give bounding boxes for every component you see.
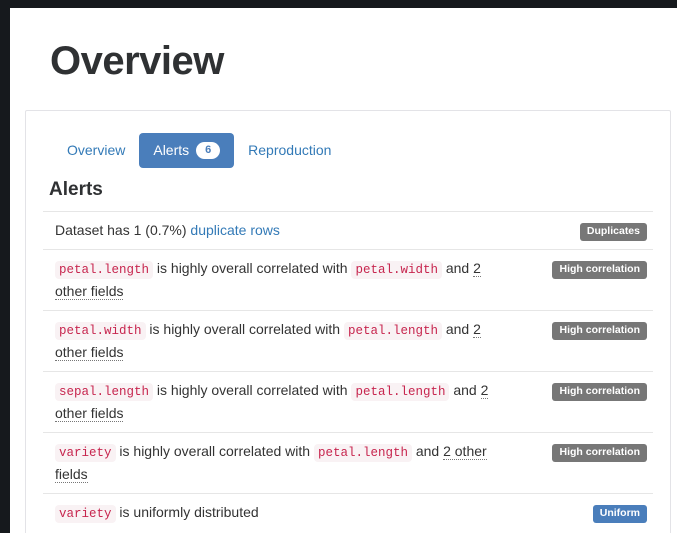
alert-text-fragment: is uniformly distributed <box>115 504 259 520</box>
browser-chrome-top-edge <box>0 0 677 8</box>
alerts-panel: Alerts Dataset has 1 (0.7%) duplicate ro… <box>26 168 670 533</box>
browser-chrome-left-edge <box>0 0 10 533</box>
status-badge: High correlation <box>552 322 647 340</box>
alert-badge-cell: High correlation <box>552 258 647 279</box>
alert-row: petal.length is highly overall correlate… <box>43 250 653 311</box>
alerts-list: Dataset has 1 (0.7%) duplicate rows Dupli… <box>43 211 653 533</box>
alert-text-fragment: is highly overall correlated with <box>153 260 352 276</box>
status-badge: Uniform <box>592 505 647 523</box>
tab-label: Alerts <box>153 142 190 158</box>
alert-row: Dataset has 1 (0.7%) duplicate rows Dupli… <box>43 212 653 250</box>
alerts-heading: Alerts <box>49 179 103 200</box>
alert-text-fragment: and <box>441 260 474 276</box>
alert-text-fragment: and <box>441 321 474 337</box>
alert-text-fragment: is highly overall correlated with <box>115 443 314 459</box>
alert-message: sepal.length is highly overall correlate… <box>55 380 505 424</box>
variable-name: variety <box>55 505 116 523</box>
page-title: Overview <box>50 39 224 83</box>
tab-reproduction[interactable]: Reproduction <box>234 133 345 168</box>
alert-badge-cell: High correlation <box>552 319 647 340</box>
status-badge: High correlation <box>552 444 647 462</box>
alert-text-fragment: Dataset has 1 (0.7%) <box>55 222 191 238</box>
page-content: Overview Overview Alerts 6 Reproduction Ale… <box>10 8 677 533</box>
alert-row: sepal.length is highly overall correlate… <box>43 372 653 433</box>
tab-bar: Overview Alerts 6 Reproduction <box>26 111 670 168</box>
variable-name: sepal.length <box>55 383 154 401</box>
status-badge: High correlation <box>552 383 647 401</box>
variable-name: variety <box>55 444 116 462</box>
alert-text-fragment: and <box>449 382 481 398</box>
tab-label: Reproduction <box>248 142 332 158</box>
tab-overview[interactable]: Overview <box>53 133 139 168</box>
status-badge: Duplicates <box>579 223 647 241</box>
alert-message: variety is highly overall correlated wit… <box>55 441 505 485</box>
alert-text-fragment: is highly overall correlated with <box>153 382 352 398</box>
variable-name: petal.length <box>343 322 442 340</box>
alert-text-fragment: is highly overall correlated with <box>145 321 344 337</box>
alert-text-fragment: and <box>411 443 444 459</box>
alert-row: variety is highly overall correlated wit… <box>43 433 653 494</box>
alert-message: Dataset has 1 (0.7%) duplicate rows <box>55 220 505 241</box>
status-badge: High correlation <box>552 261 647 279</box>
alert-row: petal.width is highly overall correlated… <box>43 311 653 372</box>
report-card: Overview Alerts 6 Reproduction Alerts Datas… <box>25 110 671 533</box>
tab-label: Overview <box>67 142 126 158</box>
alert-message: petal.width is highly overall correlated… <box>55 319 505 363</box>
alert-badge-cell: Duplicates <box>579 220 647 241</box>
variable-name: petal.length <box>351 383 450 401</box>
variable-name: petal.width <box>351 261 442 279</box>
alert-badge-cell: High correlation <box>552 441 647 462</box>
alert-message: variety is uniformly distributed <box>55 502 505 525</box>
alert-badge-cell: Uniform <box>592 502 647 523</box>
variable-name: petal.length <box>313 444 412 462</box>
variable-name: petal.length <box>55 261 154 279</box>
alert-badge-cell: High correlation <box>552 380 647 401</box>
alert-row: variety is uniformly distributed Uniform <box>43 494 653 533</box>
alert-message: petal.length is highly overall correlate… <box>55 258 505 302</box>
tab-count-badge: 6 <box>196 142 221 159</box>
duplicate-rows-link[interactable]: duplicate rows <box>190 222 280 238</box>
tab-alerts[interactable]: Alerts 6 <box>139 133 235 168</box>
variable-name: petal.width <box>55 322 146 340</box>
